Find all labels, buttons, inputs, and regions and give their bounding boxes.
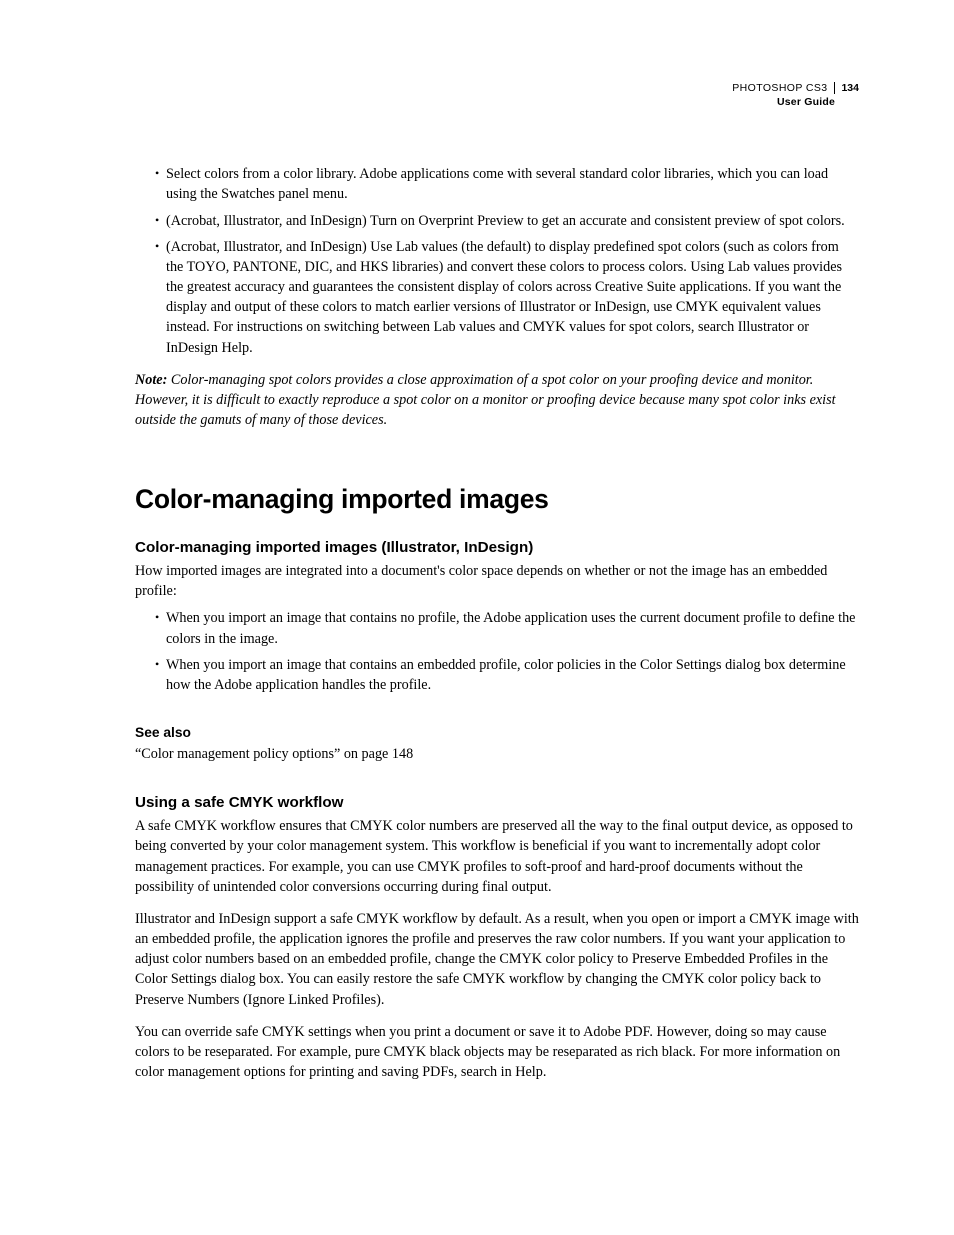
list-item: (Acrobat, Illustrator, and InDesign) Tur… <box>144 211 859 231</box>
body-paragraph: A safe CMYK workflow ensures that CMYK c… <box>135 816 859 897</box>
sub-bullet-list: When you import an image that contains n… <box>135 608 859 695</box>
section-heading: Color-managing imported images <box>135 484 859 515</box>
document-page: PHOTOSHOP CS3 134 User Guide Select colo… <box>0 0 954 1082</box>
list-item: (Acrobat, Illustrator, and InDesign) Use… <box>144 237 859 358</box>
list-item: When you import an image that contains n… <box>144 608 859 648</box>
list-item: Select colors from a color library. Adob… <box>144 164 859 204</box>
body-paragraph: How imported images are integrated into … <box>135 561 859 601</box>
subsection-heading: Color-managing imported images (Illustra… <box>135 539 859 556</box>
body-paragraph: You can override safe CMYK settings when… <box>135 1022 859 1082</box>
page-header: PHOTOSHOP CS3 134 User Guide <box>135 82 859 109</box>
product-name: PHOTOSHOP CS3 <box>732 82 827 94</box>
note-text: Color-managing spot colors provides a cl… <box>135 372 836 428</box>
body-paragraph: Illustrator and InDesign support a safe … <box>135 909 859 1010</box>
note-label: Note: <box>135 372 167 388</box>
page-number: 134 <box>834 82 859 94</box>
guide-label: User Guide <box>135 96 859 110</box>
see-also-text: “Color management policy options” on pag… <box>135 744 859 764</box>
see-also-heading: See also <box>135 725 859 740</box>
list-item: When you import an image that contains a… <box>144 655 859 695</box>
top-bullet-list: Select colors from a color library. Adob… <box>135 164 859 357</box>
note-paragraph: Note: Color-managing spot colors provide… <box>135 370 859 430</box>
subsection-heading: Using a safe CMYK workflow <box>135 794 859 811</box>
